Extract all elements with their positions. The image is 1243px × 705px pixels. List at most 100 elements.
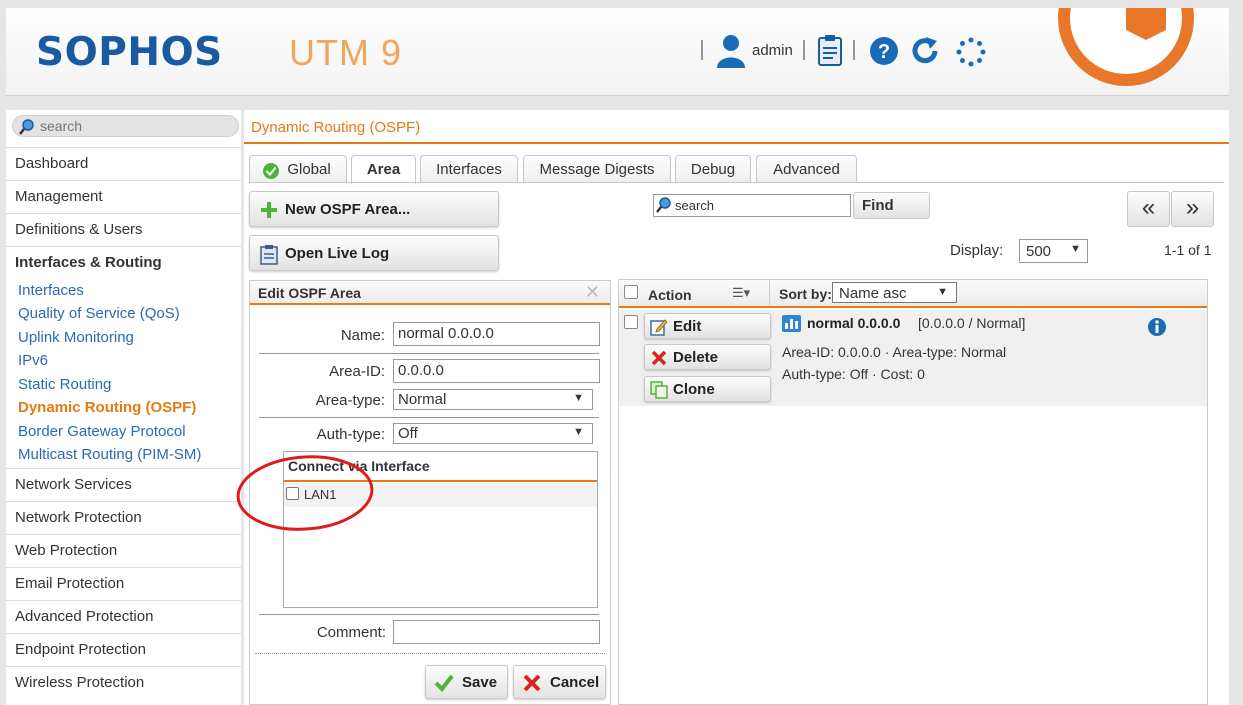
delete-icon [651,350,667,366]
result-count: 1-1 of 1 [1164,242,1212,258]
name-label: Name: [340,327,385,344]
close-icon[interactable]: ✕ [585,282,600,303]
select-all-checkbox[interactable] [624,285,638,299]
open-live-log-button[interactable]: Open Live Log [249,235,499,271]
sidebar-item-email-protection[interactable]: Email Protection [6,567,241,600]
clone-label: Clone [673,381,715,398]
sophos-brand-mark-icon [1058,8,1194,86]
sidebar-item-endpoint-protection[interactable]: Endpoint Protection [6,633,241,666]
sidebar-item-dashboard[interactable]: Dashboard [6,147,241,180]
edit-ospf-area-panel: Edit OSPF Area ✕ Name: normal 0.0.0.0 Ar… [236,280,611,705]
ospf-area-list: Action ☰▾ Sort by: Name asc ▼ Edit Delet… [618,279,1208,705]
column-menu-icon[interactable]: ☰▾ [732,285,750,301]
main-content: Dynamic Routing (OSPF) Global Area Inter… [236,110,1229,705]
sidebar-subitem-multicast-routing[interactable]: Multicast Routing (PIM-SM) [18,446,201,463]
svg-text:?: ? [878,41,890,63]
field-divider [259,353,599,354]
auth-type-label: Auth-type: [316,426,385,443]
save-label: Save [462,674,498,691]
ospf-area-icon [782,315,801,332]
loading-spinner-icon [956,37,986,67]
row-checkbox[interactable] [624,315,638,329]
auth-type-select[interactable]: Off ▼ [393,423,593,444]
sidebar-item-definitions-users[interactable]: Definitions & Users [6,213,241,246]
save-button[interactable]: Save [425,665,508,699]
cancel-button[interactable]: Cancel [513,665,606,699]
sort-by-label: Sort by: [779,286,832,302]
display-label: Display: [950,242,1004,259]
plus-icon [261,202,277,218]
sort-by-select[interactable]: Name asc ▼ [832,282,957,303]
dropdown-arrow-icon: ▼ [937,286,948,298]
pager-prev-button[interactable]: « [1127,191,1170,227]
new-ospf-area-button[interactable]: New OSPF Area... [249,191,499,227]
edit-label: Edit [673,318,702,335]
sidebar-subitem-dynamic-routing[interactable]: Dynamic Routing (OSPF) [18,399,196,416]
username-label[interactable]: admin [752,42,793,59]
sidebar-item-wireless-protection[interactable]: Wireless Protection [6,666,241,699]
sidebar-item-network-services[interactable]: Network Services [6,468,241,501]
list-search-input[interactable]: search [653,194,851,217]
sidebar-subitem-bgp[interactable]: Border Gateway Protocol [18,423,186,440]
find-button[interactable]: Find [853,192,930,219]
sidebar-subitem-ipv6[interactable]: IPv6 [18,352,48,369]
sophos-logo[interactable]: SOPHOS [36,30,223,75]
tabs-baseline [249,182,1224,183]
sidebar-item-web-protection[interactable]: Web Protection [6,534,241,567]
display-count-value: 500 [1026,243,1052,260]
delete-button[interactable]: Delete [644,344,771,370]
sidebar-search-input[interactable]: search [12,115,239,137]
name-input[interactable]: normal 0.0.0.0 [393,322,600,346]
tab-global[interactable]: Global [249,155,347,183]
sidebar-nav: search Dashboard Management Definitions … [6,110,241,705]
sidebar-subitem-qos[interactable]: Quality of Service (QoS) [18,305,180,322]
app-header: SOPHOS UTM 9 admin ? [6,8,1229,96]
new-ospf-area-label: New OSPF Area... [285,201,411,218]
tab-debug[interactable]: Debug [675,155,751,183]
sidebar-subitem-uplink-monitoring[interactable]: Uplink Monitoring [18,329,134,346]
search-icon [19,119,34,135]
edit-button[interactable]: Edit [644,313,771,339]
sidebar-item-advanced-protection[interactable]: Advanced Protection [6,600,241,633]
display-count-select[interactable]: 500 ▼ [1019,239,1088,263]
title-underline [244,142,1229,144]
dotted-divider [255,653,605,654]
sidebar-item-interfaces-routing[interactable]: Interfaces & Routing [6,246,241,279]
cross-icon [523,674,541,692]
help-icon[interactable]: ? [869,36,899,66]
tab-advanced[interactable]: Advanced [756,155,857,183]
clone-icon [650,381,668,399]
tab-area[interactable]: Area [351,155,416,184]
checkmark-icon [434,674,454,693]
clone-button[interactable]: Clone [644,376,771,402]
product-name: UTM 9 [289,32,402,73]
tab-interfaces[interactable]: Interfaces [420,155,518,183]
tab-message-digests[interactable]: Message Digests [523,155,671,183]
pager-next-button[interactable]: » [1171,191,1214,227]
clipboard-icon[interactable] [816,34,844,66]
reload-icon[interactable] [909,35,941,67]
user-icon[interactable] [716,34,746,68]
header-separator [769,280,770,306]
sidebar-item-management[interactable]: Management [6,180,241,213]
area-name: normal 0.0.0.0 [807,315,901,331]
sidebar-search-placeholder: search [40,118,83,134]
area-id-label: Area-ID: [329,363,385,380]
area-type-value: Normal [398,391,447,408]
info-icon[interactable] [1147,317,1167,337]
area-type-label: Area-type: [315,392,385,409]
field-divider [259,614,599,615]
area-id-input[interactable]: 0.0.0.0 [393,359,600,383]
sidebar-subitem-static-routing[interactable]: Static Routing [18,376,111,393]
header-separator [853,40,855,60]
sidebar-item-network-protection[interactable]: Network Protection [6,501,241,534]
sidebar-subitem-interfaces[interactable]: Interfaces [18,282,84,299]
area-type-select[interactable]: Normal ▼ [393,389,593,410]
search-icon [656,197,671,213]
area-summary: [0.0.0.0 / Normal] [918,315,1026,331]
sort-by-value: Name asc [839,285,907,302]
area-details-line1: Area-ID: 0.0.0.0 · Area-type: Normal [782,344,1007,360]
cancel-label: Cancel [550,674,600,691]
comment-input[interactable] [393,620,600,644]
log-icon [260,245,278,265]
